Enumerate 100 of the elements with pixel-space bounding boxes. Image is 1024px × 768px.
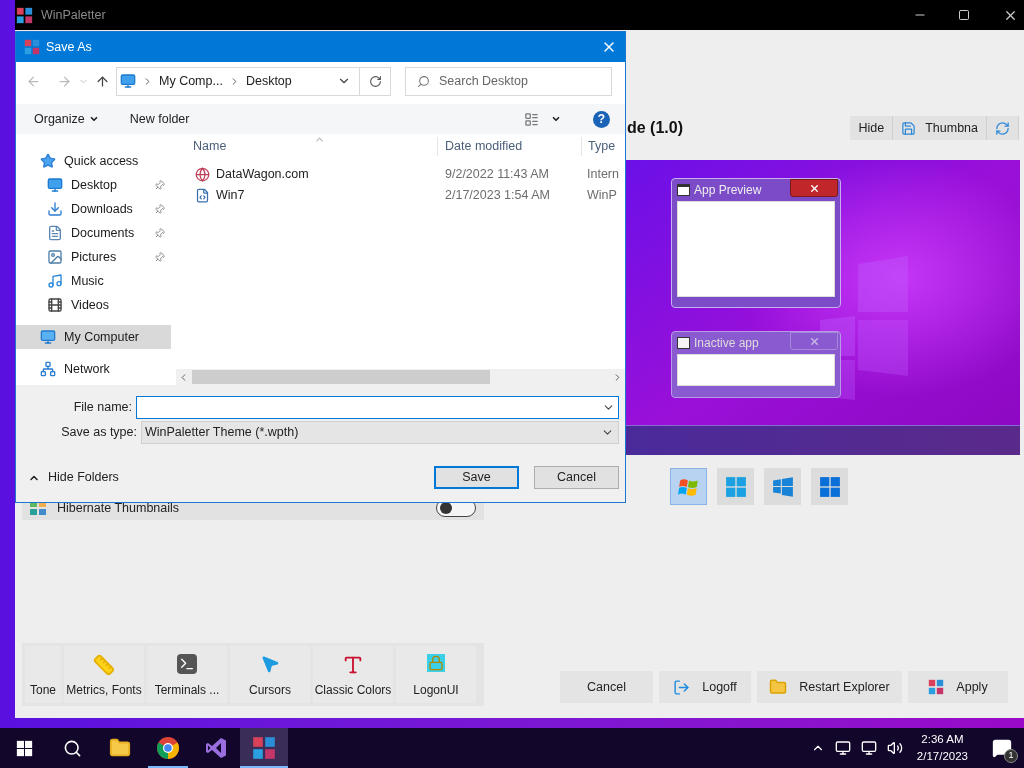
cursor-icon bbox=[260, 654, 280, 674]
action-button[interactable]: Apply bbox=[908, 671, 1008, 703]
toolbar-button[interactable]: Thumbna bbox=[893, 116, 987, 140]
windows-icon bbox=[818, 475, 841, 498]
music-icon bbox=[47, 273, 63, 289]
download-icon bbox=[47, 201, 63, 217]
nav-item[interactable]: Music bbox=[16, 269, 171, 293]
clock[interactable]: 2:36 AM 2/17/2023 bbox=[912, 731, 972, 765]
close-button[interactable] bbox=[790, 179, 838, 197]
file-name-field[interactable] bbox=[136, 396, 619, 419]
horizontal-scrollbar[interactable] bbox=[176, 369, 625, 385]
refresh-icon bbox=[368, 74, 382, 88]
taskbar-button[interactable] bbox=[240, 728, 288, 768]
caret-icon bbox=[88, 114, 99, 124]
nav-item[interactable]: Desktop bbox=[16, 173, 171, 197]
volume-icon[interactable] bbox=[886, 740, 903, 756]
action-button[interactable]: Restart Explorer bbox=[757, 671, 902, 703]
save-icon bbox=[901, 120, 917, 136]
document-icon bbox=[47, 225, 63, 241]
caret-icon[interactable] bbox=[551, 114, 561, 124]
palette-icon bbox=[928, 679, 945, 695]
dialog-title: Save As bbox=[46, 38, 93, 56]
windows-icon bbox=[771, 475, 794, 498]
column-header[interactable]: Type bbox=[581, 137, 625, 156]
type-label: Save as type: bbox=[60, 424, 138, 442]
new-folder-button[interactable]: New folder bbox=[129, 109, 190, 129]
up-icon[interactable] bbox=[95, 73, 110, 89]
hide-folders-button[interactable]: Hide Folders bbox=[28, 468, 119, 487]
nav-item[interactable]: Pictures bbox=[16, 245, 171, 269]
computer-icon bbox=[40, 329, 56, 345]
style-button[interactable] bbox=[811, 468, 848, 505]
studio-icon bbox=[204, 736, 228, 760]
hibernate-label: Hibernate Thumbnails bbox=[57, 499, 181, 517]
folder-icon bbox=[769, 678, 788, 696]
action-button[interactable]: Logoff bbox=[659, 671, 751, 703]
film-icon bbox=[47, 297, 63, 313]
search-icon bbox=[417, 74, 430, 88]
desktop-icon bbox=[47, 177, 63, 193]
feature-tab[interactable]: LogonUI bbox=[396, 646, 476, 703]
feature-tab[interactable]: Metrics, Fonts bbox=[64, 646, 144, 703]
nav-item[interactable]: My Computer bbox=[16, 325, 171, 349]
computer-icon bbox=[120, 73, 136, 89]
breadcrumb[interactable]: Desktop bbox=[245, 71, 292, 91]
view-icon[interactable] bbox=[524, 111, 539, 127]
file-row[interactable]: Win7 2/17/2023 1:54 AM WinP bbox=[176, 185, 625, 206]
preview-window-title: Inactive app bbox=[694, 335, 759, 352]
picture-icon bbox=[47, 249, 63, 265]
feature-tab[interactable]: Terminals ... bbox=[147, 646, 227, 703]
app-icon bbox=[24, 39, 40, 55]
network-icon bbox=[40, 361, 56, 377]
type-cell-text: WinP bbox=[586, 187, 618, 205]
dialog-button[interactable]: Save bbox=[434, 466, 519, 489]
style-button[interactable] bbox=[764, 468, 801, 505]
type-select[interactable]: WinPaletter Theme (*.wpth) bbox=[141, 421, 619, 444]
date-cell-text: 2/17/2023 1:54 AM bbox=[444, 187, 551, 205]
windows-icon bbox=[724, 475, 747, 498]
window-icon bbox=[677, 337, 690, 349]
nav-item[interactable]: Downloads bbox=[16, 197, 171, 221]
window-icon bbox=[677, 184, 690, 196]
app-icon bbox=[16, 6, 33, 24]
feature-tab[interactable]: Cursors bbox=[230, 646, 310, 703]
close-icon bbox=[808, 335, 820, 347]
dialog-button[interactable]: Cancel bbox=[534, 466, 619, 489]
window-title: WinPaletter bbox=[41, 6, 106, 24]
date-cell-text: 9/2/2022 11:43 AM bbox=[444, 166, 551, 184]
ruler-icon bbox=[93, 654, 115, 676]
nav-item[interactable]: Network bbox=[16, 357, 171, 381]
logoff-icon bbox=[673, 678, 691, 696]
address-bar[interactable]: My Comp... Desktop bbox=[116, 66, 360, 96]
nav-item[interactable]: Documents bbox=[16, 221, 171, 245]
network-icon[interactable] bbox=[860, 740, 877, 756]
organize-button[interactable]: Organize bbox=[34, 109, 99, 129]
column-header[interactable]: Name bbox=[176, 137, 437, 156]
type-cell-text: Intern bbox=[586, 166, 620, 184]
toolbar-button[interactable]: Hide bbox=[850, 116, 894, 140]
lock-icon bbox=[427, 654, 445, 672]
file-row[interactable]: DataWagon.com 9/2/2022 11:43 AM Intern bbox=[176, 164, 625, 185]
help-button[interactable]: ? bbox=[593, 110, 610, 128]
search-field[interactable]: Search Desktop bbox=[405, 66, 612, 96]
web-link-icon bbox=[195, 167, 210, 182]
maximize-icon[interactable] bbox=[958, 9, 970, 21]
feature-tab[interactable]: Tone bbox=[25, 646, 61, 703]
feature-tab[interactable]: Classic Colors bbox=[313, 646, 393, 703]
action-button[interactable]: Cancel bbox=[560, 671, 653, 703]
terminal-icon bbox=[177, 654, 197, 674]
preview-window-title: App Preview bbox=[694, 182, 762, 199]
nav-item[interactable]: Videos bbox=[16, 293, 171, 317]
column-header[interactable]: Date modified bbox=[437, 137, 581, 156]
file-name-label: File name: bbox=[72, 399, 133, 417]
star-icon bbox=[40, 153, 56, 169]
close-icon bbox=[808, 182, 820, 194]
theme-file-icon bbox=[195, 188, 210, 203]
breadcrumb[interactable]: My Comp... bbox=[159, 71, 223, 91]
refresh-button[interactable] bbox=[360, 66, 391, 96]
folder-icon bbox=[109, 737, 131, 759]
nav-item[interactable]: Quick access bbox=[16, 149, 171, 173]
search-icon bbox=[62, 738, 82, 758]
notification-count: 1 bbox=[1004, 749, 1018, 763]
refresh-icon bbox=[995, 120, 1010, 136]
start-icon bbox=[15, 739, 33, 757]
